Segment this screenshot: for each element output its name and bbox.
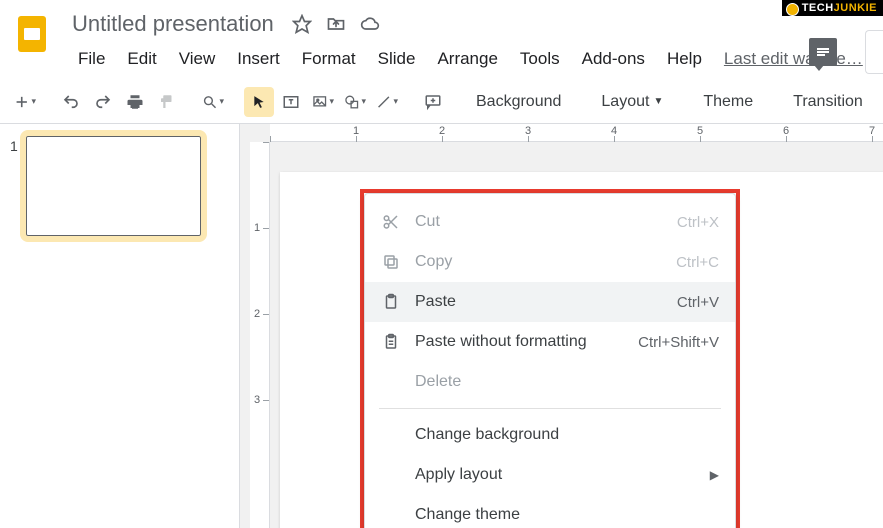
menu-tools[interactable]: Tools: [510, 45, 570, 73]
textbox-tool[interactable]: [276, 87, 306, 117]
layout-button[interactable]: Layout▼: [589, 87, 675, 117]
horizontal-ruler: 1234567: [270, 124, 883, 142]
ctx-cut-label: Cut: [415, 213, 663, 231]
menu-file[interactable]: File: [68, 45, 115, 73]
move-to-folder-icon[interactable]: [326, 14, 346, 34]
ctx-delete: Delete: [365, 362, 735, 402]
redo-button[interactable]: [88, 87, 118, 117]
ctx-change-background[interactable]: Change background: [365, 415, 735, 455]
menu-insert[interactable]: Insert: [227, 45, 290, 73]
comments-button[interactable]: [809, 38, 837, 66]
zoom-button[interactable]: [198, 87, 228, 117]
slide-number: 1: [10, 136, 18, 236]
ctx-apply-layout-label: Apply layout: [415, 466, 696, 484]
toolbar: Background Layout▼ Theme Transition: [0, 80, 883, 124]
ctx-paste-without-formatting[interactable]: Paste without formatting Ctrl+Shift+V: [365, 322, 735, 362]
ctx-cut-hotkey: Ctrl+X: [677, 214, 719, 231]
image-tool[interactable]: [308, 87, 338, 117]
main-area: 1 1234567 123 Cut Ctrl+X: [0, 124, 883, 528]
menu-slide[interactable]: Slide: [368, 45, 426, 73]
menu-edit[interactable]: Edit: [117, 45, 166, 73]
ctx-apply-layout[interactable]: Apply layout ▶: [365, 455, 735, 495]
empty-icon: [381, 465, 401, 485]
ctx-paste-plain-label: Paste without formatting: [415, 333, 624, 351]
context-menu: Cut Ctrl+X Copy Ctrl+C Paste Ctrl+V: [364, 193, 736, 528]
ctx-copy-hotkey: Ctrl+C: [676, 254, 719, 271]
vertical-ruler: 123: [250, 142, 270, 528]
menu-help[interactable]: Help: [657, 45, 712, 73]
context-menu-separator: [379, 408, 721, 409]
transition-button[interactable]: Transition: [781, 87, 875, 117]
document-title[interactable]: Untitled presentation: [68, 9, 278, 39]
theme-button[interactable]: Theme: [691, 87, 765, 117]
line-tool[interactable]: [372, 87, 402, 117]
present-button-edge[interactable]: [865, 30, 883, 74]
ctx-cut: Cut Ctrl+X: [365, 202, 735, 242]
menu-view[interactable]: View: [169, 45, 226, 73]
ctx-paste[interactable]: Paste Ctrl+V: [365, 282, 735, 322]
app-header: Untitled presentation File Edit View Ins…: [0, 0, 883, 80]
empty-icon: [381, 372, 401, 392]
clipboard-plain-icon: [381, 332, 401, 352]
ctx-paste-label: Paste: [415, 293, 663, 311]
new-slide-button[interactable]: [10, 87, 40, 117]
copy-icon: [381, 252, 401, 272]
background-button[interactable]: Background: [464, 87, 573, 117]
menu-addons[interactable]: Add-ons: [572, 45, 655, 73]
ctx-change-theme-label: Change theme: [415, 506, 719, 524]
ctx-copy-label: Copy: [415, 253, 662, 271]
context-menu-highlight-box: Cut Ctrl+X Copy Ctrl+C Paste Ctrl+V: [360, 189, 740, 528]
undo-button[interactable]: [56, 87, 86, 117]
select-tool[interactable]: [244, 87, 274, 117]
ctx-delete-label: Delete: [415, 373, 719, 391]
ctx-change-theme[interactable]: Change theme: [365, 495, 735, 528]
scissors-icon: [381, 212, 401, 232]
ctx-paste-hotkey: Ctrl+V: [677, 294, 719, 311]
last-edit-link[interactable]: Last edit was se…: [724, 49, 863, 69]
slides-logo[interactable]: [12, 14, 52, 54]
shape-tool[interactable]: [340, 87, 370, 117]
canvas-area: 1234567 123 Cut Ctrl+X Copy Ctr: [240, 124, 883, 528]
comment-tool[interactable]: [418, 87, 448, 117]
ctx-paste-plain-hotkey: Ctrl+Shift+V: [638, 334, 719, 351]
slide-thumbnail-panel: 1: [0, 124, 240, 528]
cloud-status-icon[interactable]: [360, 14, 380, 34]
ctx-copy: Copy Ctrl+C: [365, 242, 735, 282]
paint-format-button: [152, 87, 182, 117]
empty-icon: [381, 505, 401, 525]
slide-thumbnail-1[interactable]: [26, 136, 201, 236]
menu-bar: File Edit View Insert Format Slide Arran…: [68, 42, 863, 76]
star-icon[interactable]: [292, 14, 312, 34]
submenu-arrow-icon: ▶: [710, 468, 719, 482]
ctx-change-bg-label: Change background: [415, 426, 719, 444]
empty-icon: [381, 425, 401, 445]
print-button[interactable]: [120, 87, 150, 117]
clipboard-icon: [381, 292, 401, 312]
menu-format[interactable]: Format: [292, 45, 366, 73]
menu-arrange[interactable]: Arrange: [427, 45, 507, 73]
watermark-techjunkie: TECHJUNKIE: [782, 0, 883, 16]
